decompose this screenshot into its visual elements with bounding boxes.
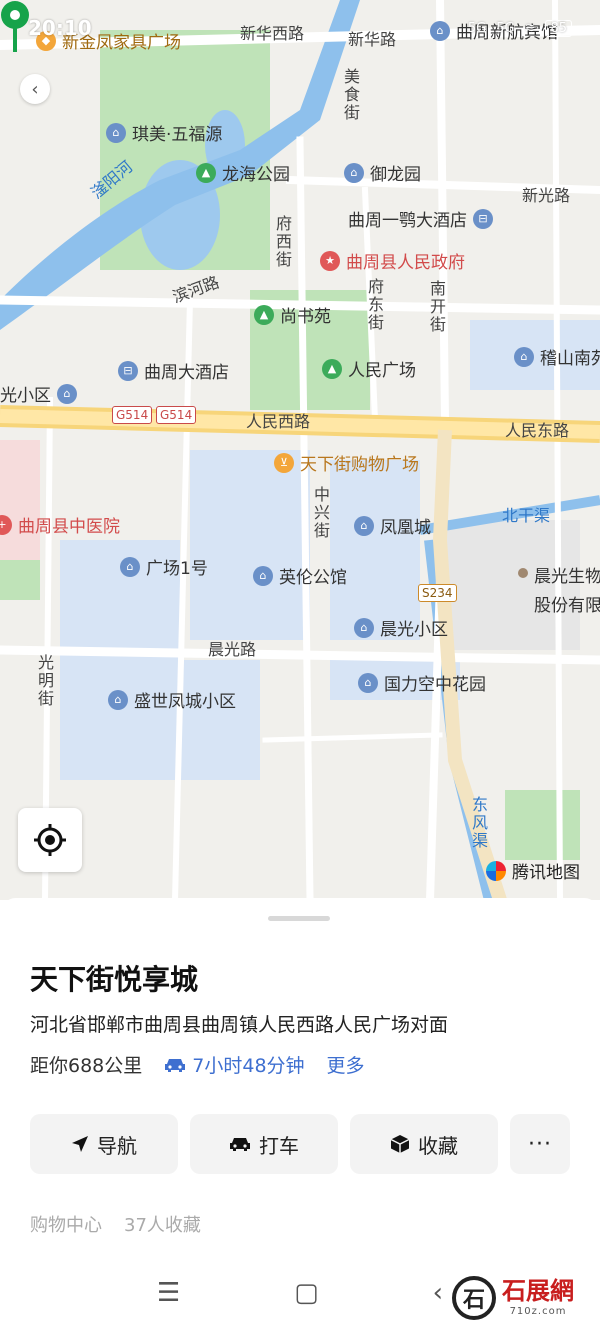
poi-chenguang-company[interactable]: 晨光生物 股份有限 <box>518 562 600 616</box>
road-badge-g514: G514 <box>156 406 197 425</box>
place-detail-sheet: 天下街悦享城 河北省邯郸市曲周县曲周镇人民西路人民广场对面 距你688公里 7小… <box>0 898 600 1253</box>
poi-people-square[interactable]: ▲ 人民广场 <box>322 356 416 381</box>
poi-yinglun[interactable]: ⌂ 英伦公馆 <box>253 563 347 588</box>
navigation-arrow-icon <box>72 1136 88 1152</box>
poi-tianxia-mall[interactable]: ⊻ 天下街购物广场 <box>274 450 419 475</box>
chevron-left-icon: ‹ <box>31 78 39 100</box>
building-icon: ⌂ <box>120 556 140 577</box>
action-bar: 导航 打车 收藏 ··· <box>30 1114 570 1174</box>
status-bar: 20:10 5G 5G ≋ 85 <box>0 0 600 56</box>
poi-shangshu[interactable]: ▲ 尚书苑 <box>254 302 331 327</box>
crosshair-icon <box>34 824 66 856</box>
building-icon: ⌂ <box>108 689 128 710</box>
drive-time[interactable]: 7小时48分钟 <box>164 1051 305 1078</box>
building-icon: ⌂ <box>358 672 378 693</box>
status-time: 20:10 <box>28 16 92 40</box>
building-icon: ⌂ <box>514 346 534 367</box>
hotel-icon: ⊟ <box>473 208 493 229</box>
locate-me-button[interactable] <box>18 808 82 872</box>
building-icon: ⌂ <box>354 617 374 638</box>
poi-shengshi[interactable]: ⌂ 盛世凤城小区 <box>108 687 236 712</box>
navigate-button[interactable]: 导航 <box>30 1114 178 1174</box>
hotel-icon: ⊟ <box>118 360 138 381</box>
poi-jishan[interactable]: ⌂ 稽山南苑 <box>514 344 600 369</box>
map-view[interactable]: 新华西路 新华路 美食街 府西街 府东街 南开街 新光路 滨河路 人民西路 人民… <box>0 0 600 900</box>
street-meishi: 美食街 <box>341 68 360 122</box>
poi-hospital[interactable]: + 曲周县中医院 <box>0 512 120 537</box>
road-badge-g514: G514 <box>112 406 153 425</box>
signal-icon: 5G <box>496 20 515 36</box>
map-brand: 腾讯地图 <box>486 858 580 883</box>
tree-icon: ▲ <box>322 358 342 379</box>
place-meta: 距你688公里 7小时48分钟 更多 <box>30 1051 365 1078</box>
home-square-icon[interactable]: ▢ <box>294 1278 319 1308</box>
street-guangming: 光明街 <box>35 654 54 708</box>
menu-icon[interactable]: ☰ <box>157 1278 180 1308</box>
tree-icon: ▲ <box>254 304 274 325</box>
more-actions-button[interactable]: ··· <box>510 1114 570 1174</box>
car-icon <box>165 1058 186 1072</box>
street-zhongxing: 中兴街 <box>311 486 330 540</box>
place-title: 天下街悦享城 <box>30 963 199 996</box>
street-renmin-west: 人民西路 <box>246 412 311 431</box>
road-badge-s234: S234 <box>418 584 457 603</box>
watermark-site: 710z.com <box>509 1306 567 1317</box>
battery-icon: 85 <box>545 19 572 37</box>
watermark-logo: 石 石展網 710z.com <box>452 1276 574 1320</box>
company-icon <box>518 568 528 578</box>
building-icon: ⌂ <box>354 515 374 536</box>
back-button[interactable]: ‹ <box>20 74 50 104</box>
poi-yulong[interactable]: ⌂ 御龙园 <box>344 160 421 185</box>
cart-icon: ⊻ <box>274 452 294 473</box>
favorites-count: 37人收藏 <box>124 1215 201 1236</box>
watermark-name: 石展網 <box>502 1277 574 1305</box>
government-icon: ★ <box>320 250 340 271</box>
category-tag: 购物中心 <box>30 1215 102 1236</box>
building-icon: ⌂ <box>253 565 273 586</box>
place-tags: 购物中心 37人收藏 <box>30 1211 201 1237</box>
poi-quzhou-hotel[interactable]: ⊟ 曲周大酒店 <box>118 358 229 383</box>
favorite-button[interactable]: 收藏 <box>350 1114 498 1174</box>
taxi-button[interactable]: 打车 <box>190 1114 338 1174</box>
car-icon <box>230 1138 250 1151</box>
hospital-icon: + <box>0 514 12 535</box>
canal-beigan: 北干渠 <box>502 506 551 525</box>
poi-guangchang1[interactable]: ⌂ 广场1号 <box>120 554 208 579</box>
poi-fenghuang[interactable]: ⌂ 凤凰城 <box>354 513 431 538</box>
poi-qimei[interactable]: ⌂ 琪美·五福源 <box>106 120 222 145</box>
distance-text: 距你688公里 <box>30 1055 143 1077</box>
more-link[interactable]: 更多 <box>327 1051 365 1078</box>
building-icon: ⌂ <box>106 122 126 143</box>
watermark-seal: 石 <box>452 1276 496 1320</box>
street-renmin-east: 人民东路 <box>505 421 570 440</box>
drag-handle[interactable] <box>268 916 330 921</box>
poi-county-gov[interactable]: ★ 曲周县人民政府 <box>320 248 465 273</box>
street-fudong: 府东街 <box>365 278 384 332</box>
building-icon: ⌂ <box>344 162 364 183</box>
canal-dongfeng: 东风渠 <box>469 796 488 850</box>
poi-chenguang-xiaoqu[interactable]: ⌂ 晨光小区 <box>354 615 448 640</box>
status-icons: 5G 5G ≋ 85 <box>467 19 572 37</box>
street-chenguang: 晨光路 <box>208 640 257 659</box>
back-chevron-icon[interactable]: ‹ <box>433 1278 443 1308</box>
poi-guang-xiaoqu[interactable]: 光小区 ⌂ <box>0 381 77 406</box>
cube-icon <box>390 1135 410 1153</box>
tree-icon: ▲ <box>196 162 216 183</box>
street-xinguang: 新光路 <box>522 186 571 205</box>
ellipsis-icon: ··· <box>528 1131 552 1157</box>
signal-icon: 5G <box>467 20 487 36</box>
street-nankai: 南开街 <box>427 280 446 334</box>
building-icon: ⌂ <box>57 383 77 404</box>
poi-longhai-park[interactable]: ▲ 龙海公园 <box>196 160 290 185</box>
wifi-icon: ≋ <box>524 20 536 36</box>
poi-yilu-hotel[interactable]: 曲周一鹗大酒店 ⊟ <box>348 206 493 231</box>
street-fuxi: 府西街 <box>273 215 292 269</box>
poi-guoli[interactable]: ⌂ 国力空中花园 <box>358 670 486 695</box>
tencent-map-logo-icon <box>486 860 506 881</box>
place-address: 河北省邯郸市曲周县曲周镇人民西路人民广场对面 <box>30 1014 449 1036</box>
